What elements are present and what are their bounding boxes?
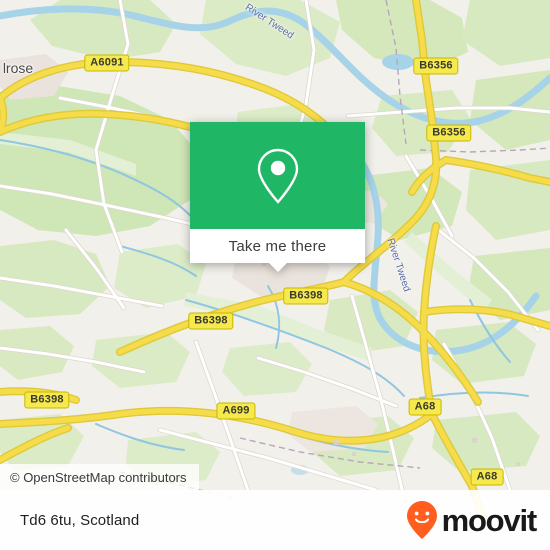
road-shield-b6398-west: B6398 [188, 312, 234, 330]
attribution-text: © OpenStreetMap contributors [10, 469, 187, 485]
bottom-bar: Td6 6tu, Scotland moovit [0, 490, 550, 550]
popup-tail [268, 263, 287, 272]
destination-popup[interactable]: Take me there [190, 122, 365, 272]
moovit-wordmark: moovit [441, 502, 538, 538]
road-shield-a68-south: A68 [470, 468, 504, 486]
road-shield-b6356-north: B6356 [413, 57, 459, 75]
road-shield-a68-north: A68 [408, 398, 442, 416]
smiling-pin-icon [406, 501, 437, 539]
road-shield-b6398-center: B6398 [283, 287, 329, 305]
moovit-brand[interactable]: moovit [405, 500, 538, 540]
location-title: Td6 6tu, Scotland [20, 511, 140, 529]
moovit-map-screen: lrose River Tweed River Tweed A6091 B635… [0, 0, 550, 550]
place-label-melrose: lrose [2, 60, 34, 76]
road-shield-b6356-south: B6356 [426, 124, 472, 142]
road-shield-b6398-southwest: B6398 [24, 391, 70, 409]
road-shield-a6091: A6091 [84, 54, 130, 72]
map-attribution[interactable]: © OpenStreetMap contributors [0, 464, 199, 490]
take-me-there-label: Take me there [228, 237, 327, 255]
popup-header [190, 122, 365, 229]
popup-footer[interactable]: Take me there [190, 229, 365, 272]
map-pin-icon [257, 148, 298, 204]
road-shield-a699: A699 [216, 402, 256, 420]
